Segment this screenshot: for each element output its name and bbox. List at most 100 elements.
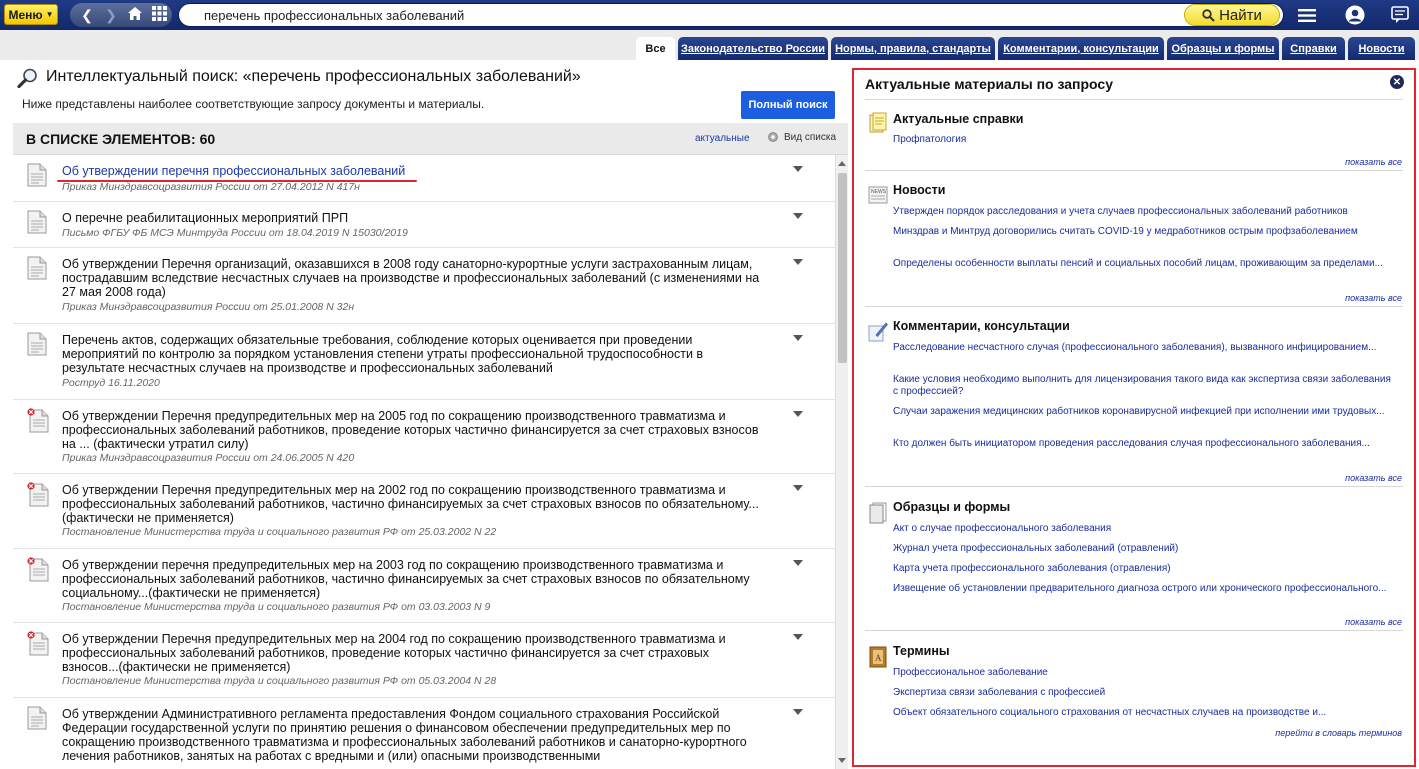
comment-link[interactable]: Расследование несчастного случая (профес…	[893, 342, 1393, 354]
document-title[interactable]: Об утверждении перечня предупредительных…	[62, 558, 762, 600]
forms-icon	[869, 502, 887, 524]
list-item[interactable]: Об утверждении Перечня предупредительных…	[13, 623, 835, 698]
document-title[interactable]: Об утверждении Административного регламе…	[62, 707, 762, 763]
menu-button[interactable]: Меню ▼	[4, 4, 58, 25]
form-link[interactable]: Журнал учета профессиональных заболевани…	[893, 543, 1393, 555]
full-search-button[interactable]: Полный поиск	[741, 91, 835, 119]
tab-legislation[interactable]: Законодательство России	[678, 37, 828, 60]
invalid-document-icon	[27, 408, 49, 433]
scroll-down-icon[interactable]	[838, 758, 846, 763]
expand-arrow-icon[interactable]	[793, 213, 803, 219]
comment-pen-icon	[868, 322, 888, 342]
tab-norms[interactable]: Нормы, правила, стандарты	[831, 37, 995, 60]
expand-arrow-icon[interactable]	[793, 411, 803, 417]
dictionary-link[interactable]: перейти в словарь терминов	[1275, 728, 1402, 738]
magnifier-icon	[17, 68, 37, 88]
back-icon[interactable]: ❮	[78, 7, 96, 24]
list-header: В СПИСКЕ ЭЛЕМЕНТОВ: 60 актуальные Вид сп…	[13, 123, 848, 155]
document-title[interactable]: Перечень актов, содержащих обязательные …	[62, 333, 762, 375]
dictionary-icon: A	[869, 646, 887, 668]
expand-arrow-icon[interactable]	[793, 709, 803, 715]
expand-arrow-icon[interactable]	[793, 259, 803, 265]
list-item[interactable]: Перечень актов, содержащих обязательные …	[13, 324, 835, 400]
hamburger-icon[interactable]	[1295, 4, 1319, 26]
scrollbar[interactable]	[835, 155, 848, 769]
item-count: В СПИСКЕ ЭЛЕМЕНТОВ: 60	[26, 131, 216, 147]
document-icon	[27, 163, 47, 187]
show-all-references-link[interactable]: показать все	[1345, 157, 1402, 167]
grid-menu-icon[interactable]	[150, 6, 168, 24]
gear-icon	[768, 132, 778, 142]
document-title[interactable]: Об утверждении Перечня предупредительных…	[62, 632, 762, 674]
tab-comments[interactable]: Комментарии, консультации	[998, 37, 1164, 60]
panel-title: Актуальные материалы по запросу	[865, 76, 1113, 92]
tab-references[interactable]: Справки	[1282, 37, 1345, 60]
category-tabs: Все Законодательство России Нормы, прави…	[0, 30, 1419, 60]
document-title[interactable]: Об утверждении Перечня организаций, оказ…	[62, 257, 762, 299]
form-link[interactable]: Извещение об установлении предварительно…	[893, 583, 1393, 595]
news-link[interactable]: Утвержден порядок расследования и учета …	[893, 206, 1393, 218]
form-link[interactable]: Акт о случае профессионального заболеван…	[893, 523, 1393, 535]
related-materials-panel: Актуальные материалы по запросу ✕ Актуал…	[852, 68, 1416, 767]
divider	[865, 630, 1403, 631]
news-icon: NEWS	[868, 186, 888, 204]
invalid-document-icon	[27, 557, 49, 582]
document-title[interactable]: Об утверждении Перечня предупредительных…	[62, 483, 762, 525]
scroll-up-icon[interactable]	[838, 161, 846, 166]
actual-filter-link[interactable]: актуальные	[695, 133, 750, 144]
list-item[interactable]: Об утверждении перечня предупредительных…	[13, 549, 835, 623]
list-item[interactable]: Об утверждении перечня профессиональных …	[13, 155, 835, 202]
reference-link[interactable]: Профпатология	[893, 134, 1393, 146]
news-link[interactable]: Минздрав и Минтруд договорились считать …	[893, 226, 1393, 238]
section-title-comments: Комментарии, консультации	[893, 319, 1070, 333]
comment-link[interactable]: Случаи заражения медицинских работников …	[893, 406, 1393, 418]
section-title-forms: Образцы и формы	[893, 500, 1011, 514]
expand-arrow-icon[interactable]	[793, 166, 803, 172]
section-title-terms: Термины	[893, 644, 950, 658]
search-input[interactable]: перечень профессиональных заболеваний	[178, 3, 1284, 27]
comment-link[interactable]: Кто должен быть инициатором проведения р…	[893, 438, 1393, 450]
reference-icon	[869, 112, 887, 133]
list-item[interactable]: О перечне реабилитационных мероприятий П…	[13, 202, 835, 248]
svg-text:A: A	[875, 653, 882, 663]
expand-arrow-icon[interactable]	[793, 560, 803, 566]
document-title-link[interactable]: Об утверждении перечня профессиональных …	[62, 164, 762, 178]
scroll-thumb[interactable]	[838, 173, 847, 363]
document-title[interactable]: Об утверждении Перечня предупредительных…	[62, 409, 762, 451]
tab-all[interactable]: Все	[636, 37, 675, 60]
list-item[interactable]: Об утверждении Перечня предупредительных…	[13, 400, 835, 474]
find-label: Найти	[1219, 6, 1262, 24]
view-list-button[interactable]: Вид списка	[767, 131, 836, 143]
navigation-group: ❮ ❯	[70, 3, 172, 27]
home-icon[interactable]	[126, 6, 144, 24]
term-link[interactable]: Профессиональное заболевание	[893, 667, 1393, 679]
news-link[interactable]: Определены особенности выплаты пенсий и …	[893, 258, 1393, 270]
list-item[interactable]: Об утверждении Перечня организаций, оказ…	[13, 248, 835, 324]
comment-link[interactable]: Какие условия необходимо выполнить для л…	[893, 374, 1393, 398]
form-link[interactable]: Карта учета профессионального заболевани…	[893, 563, 1393, 575]
divider	[865, 306, 1403, 307]
tab-news[interactable]: Новости	[1348, 37, 1415, 60]
find-button[interactable]: Найти	[1184, 4, 1280, 26]
search-title: Интеллектуальный поиск: «перечень профес…	[46, 68, 581, 85]
menu-label: Меню	[8, 7, 43, 22]
document-meta: Постановление Министерства труда и социа…	[62, 526, 497, 538]
show-all-comments-link[interactable]: показать все	[1345, 473, 1402, 483]
term-link[interactable]: Экспертиза связи заболевания с профессие…	[893, 687, 1393, 699]
document-title[interactable]: О перечне реабилитационных мероприятий П…	[62, 211, 762, 225]
list-item[interactable]: Об утверждении Административного регламе…	[13, 698, 835, 769]
expand-arrow-icon[interactable]	[793, 335, 803, 341]
show-all-forms-link[interactable]: показать все	[1345, 617, 1402, 627]
term-link[interactable]: Объект обязательного социального страхов…	[893, 707, 1393, 719]
tab-forms[interactable]: Образцы и формы	[1167, 37, 1279, 60]
feedback-icon[interactable]	[1388, 4, 1412, 26]
expand-arrow-icon[interactable]	[793, 485, 803, 491]
user-icon[interactable]	[1343, 4, 1367, 26]
expand-arrow-icon[interactable]	[793, 634, 803, 640]
close-icon[interactable]: ✕	[1390, 75, 1404, 89]
forward-icon[interactable]: ❯	[102, 7, 120, 24]
show-all-news-link[interactable]: показать все	[1345, 293, 1402, 303]
list-item[interactable]: Об утверждении Перечня предупредительных…	[13, 474, 835, 549]
document-icon	[27, 256, 47, 280]
svg-text:NEWS: NEWS	[871, 189, 887, 195]
